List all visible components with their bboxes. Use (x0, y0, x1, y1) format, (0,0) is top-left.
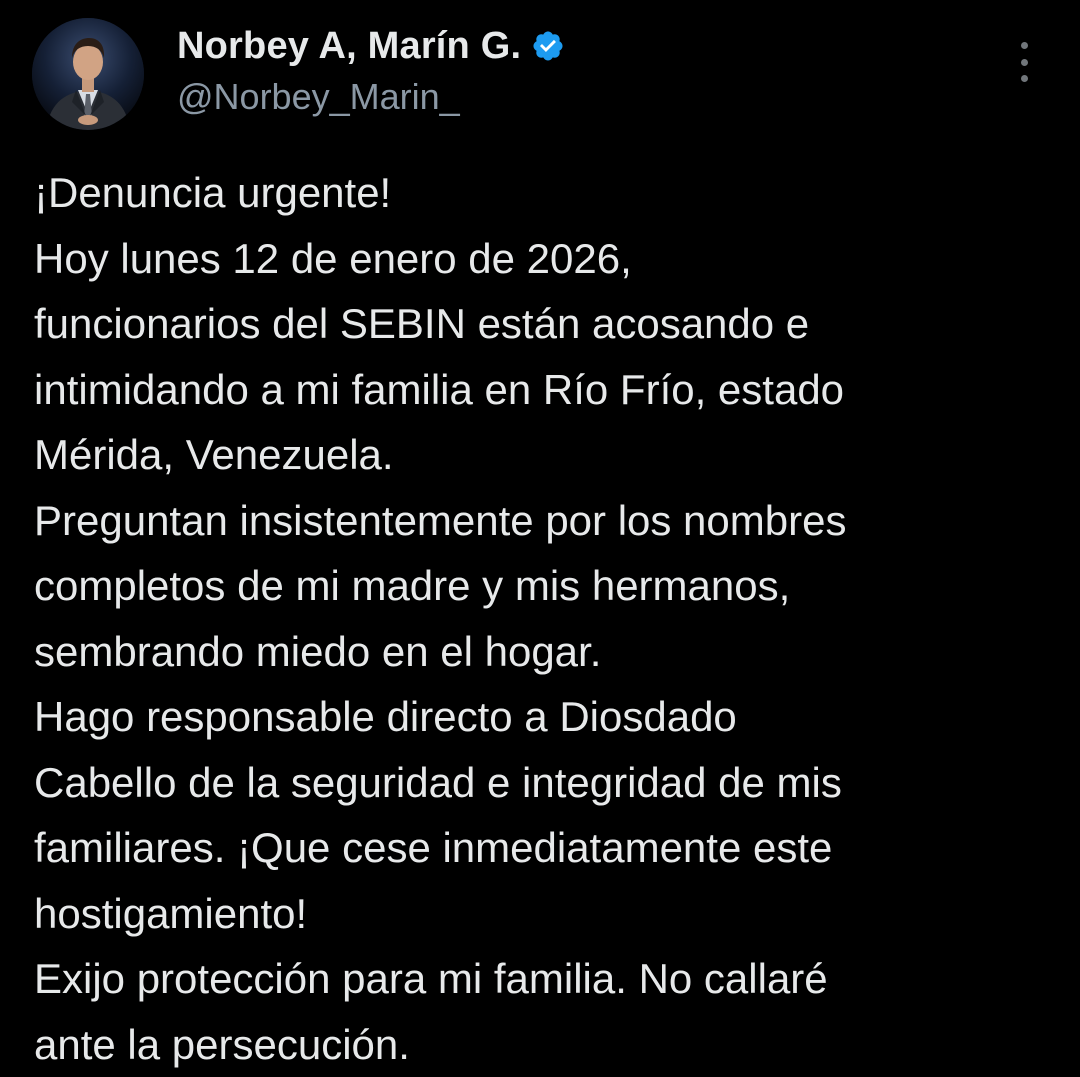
tweet-text-line: Preguntan insistentemente por los nombre… (34, 488, 1064, 554)
more-dot (1021, 42, 1028, 49)
tweet-text-line: sembrando miedo en el hogar. (34, 619, 1064, 685)
tweet-card: Norbey A, Marín G. @Norbey_Marin_ ¡Denun… (0, 0, 1080, 1076)
tweet-text-line: ante la persecución. (34, 1012, 1064, 1077)
author-display-name[interactable]: Norbey A, Marín G. (177, 25, 521, 68)
more-options-icon[interactable] (1010, 42, 1038, 82)
tweet-text-line: Exijo protección para mi familia. No cal… (34, 946, 1064, 1012)
tweet-text-line: ¡Denuncia urgente! (34, 160, 1064, 226)
tweet-text-line: intimidando a mi familia en Río Frío, es… (34, 357, 1064, 423)
tweet-text-line: completos de mi madre y mis hermanos, (34, 553, 1064, 619)
verified-badge-icon[interactable] (531, 29, 565, 63)
tweet-text: ¡Denuncia urgente! Hoy lunes 12 de enero… (34, 160, 1064, 1077)
tweet-text-line: Hoy lunes 12 de enero de 2026, (34, 226, 1064, 292)
author-handle[interactable]: @Norbey_Marin_ (177, 76, 565, 118)
more-dot (1021, 75, 1028, 82)
tweet-text-line: Cabello de la seguridad e integridad de … (34, 750, 1064, 816)
tweet-text-line: Mérida, Venezuela. (34, 422, 1064, 488)
author-avatar[interactable] (32, 18, 144, 130)
author-name-row: Norbey A, Marín G. (177, 22, 565, 70)
tweet-text-line: familiares. ¡Que cese inmediatamente est… (34, 815, 1064, 881)
tweet-text-line: hostigamiento! (34, 881, 1064, 947)
author-header: Norbey A, Marín G. @Norbey_Marin_ (177, 22, 565, 118)
tweet-text-line: funcionarios del SEBIN están acosando e (34, 291, 1064, 357)
more-dot (1021, 59, 1028, 66)
avatar-photo (32, 18, 144, 130)
tweet-text-line: Hago responsable directo a Diosdado (34, 684, 1064, 750)
